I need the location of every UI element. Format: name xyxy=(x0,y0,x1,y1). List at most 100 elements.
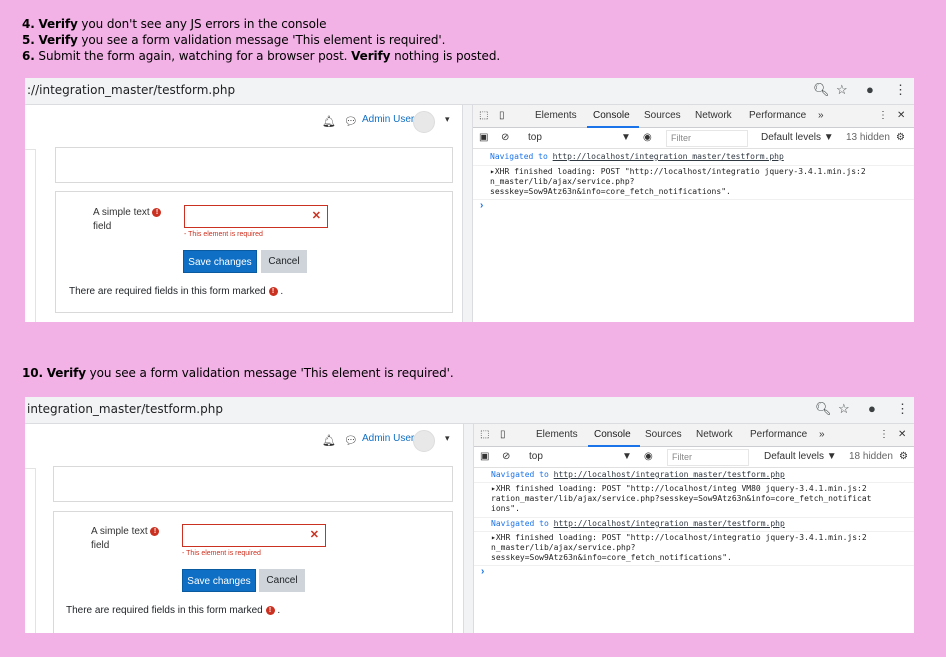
filter-input[interactable]: Filter xyxy=(666,130,748,147)
clear-console-icon[interactable]: ⊘ xyxy=(501,132,509,143)
inspect-icon[interactable]: ⬚ xyxy=(480,429,489,440)
step-4: 4. Verify you don't see any JS errors in… xyxy=(22,17,327,31)
top-navbar: 🔔︎ 💬︎ Admin User ▾ xyxy=(25,424,462,458)
chevron-down-icon[interactable]: ▾ xyxy=(445,114,450,125)
chevron-down-icon[interactable]: ▼ xyxy=(622,451,632,462)
tab-sources[interactable]: Sources xyxy=(645,429,682,440)
log-levels-select[interactable]: Default levels ▼ xyxy=(764,451,837,462)
eye-icon[interactable]: ◉ xyxy=(643,132,652,143)
url-text: integration_master/testform.php xyxy=(27,402,223,416)
log-levels-select[interactable]: Default levels ▼ xyxy=(761,132,834,143)
tab-performance[interactable]: Performance xyxy=(749,110,806,121)
kebab-menu-icon[interactable]: ⋮ xyxy=(879,429,889,440)
console-log-navigated: Navigated to http://localhost/integratio… xyxy=(491,470,785,479)
device-toolbar-icon[interactable]: ▯ xyxy=(499,110,505,121)
log-separator xyxy=(474,565,914,566)
log-separator xyxy=(474,482,914,483)
close-icon: ✕ xyxy=(309,529,319,541)
address-bar[interactable]: integration_master/testform.php 🔍︎ ☆ ● ⋮ xyxy=(25,397,914,424)
left-sidebar-edge xyxy=(25,468,36,633)
tab-network[interactable]: Network xyxy=(696,429,733,440)
kebab-menu-icon[interactable]: ⋮ xyxy=(878,110,888,121)
save-changes-button[interactable]: Save changes xyxy=(183,250,257,273)
field-label: A simple text ! field xyxy=(91,525,160,553)
sidebar-toggle-icon[interactable]: ▣ xyxy=(479,132,488,143)
required-fields-note: There are required fields in this form m… xyxy=(66,605,281,616)
text-field-input[interactable]: ✕ xyxy=(184,205,328,228)
star-icon[interactable]: ☆ xyxy=(838,401,850,417)
top-navbar: 🔔︎ 💬︎ Admin User ▾ xyxy=(25,105,462,139)
clear-console-icon[interactable]: ⊘ xyxy=(502,451,510,462)
context-select[interactable]: top xyxy=(528,132,542,143)
gear-icon[interactable]: ⚙ xyxy=(899,451,908,462)
step-5: 5. Verify you see a form validation mess… xyxy=(22,33,446,47)
cancel-button[interactable]: Cancel xyxy=(259,569,305,592)
console-log-navigated: Navigated to http://localhost/integratio… xyxy=(491,519,785,528)
zoom-icon[interactable]: 🔍︎ xyxy=(815,401,832,417)
chevron-down-icon[interactable]: ▼ xyxy=(621,132,631,143)
context-select[interactable]: top xyxy=(529,451,543,462)
tab-elements[interactable]: Elements xyxy=(536,429,578,440)
chat-icon[interactable]: 💬︎ xyxy=(344,434,358,447)
console-prompt[interactable]: › xyxy=(480,200,483,211)
tab-console[interactable]: Console xyxy=(594,429,631,440)
text-field-input[interactable]: ✕ xyxy=(182,524,326,547)
more-tabs-button[interactable]: » xyxy=(818,110,824,121)
gear-icon[interactable]: ⚙ xyxy=(896,132,905,143)
account-icon[interactable]: ● xyxy=(868,401,876,416)
tab-elements[interactable]: Elements xyxy=(535,110,577,121)
tab-network[interactable]: Network xyxy=(695,110,732,121)
instruction-steps-top: 4. Verify you don't see any JS errors in… xyxy=(22,16,500,64)
avatar[interactable] xyxy=(413,111,435,133)
close-icon[interactable]: ✕ xyxy=(897,110,905,121)
devtools-resizer[interactable] xyxy=(462,105,473,322)
address-bar[interactable]: ://integration_master/testform.php 🔍︎ ☆ … xyxy=(25,78,914,105)
chat-icon[interactable]: 💬︎ xyxy=(344,115,358,128)
field-error-message: - This element is required xyxy=(182,550,261,557)
star-icon[interactable]: ☆ xyxy=(836,82,848,98)
kebab-menu-icon[interactable]: ⋮ xyxy=(894,82,907,98)
bell-icon[interactable]: 🔔︎ xyxy=(322,434,336,447)
devtools-panel: ⬚ ▯ Elements Console Sources Network Per… xyxy=(473,105,914,322)
hidden-count: 13 hidden xyxy=(846,132,890,143)
cancel-button[interactable]: Cancel xyxy=(261,250,307,273)
empty-panel xyxy=(55,147,453,183)
web-page: 🔔︎ 💬︎ Admin User ▾ A simple text ! field… xyxy=(25,424,462,633)
filter-input[interactable]: Filter xyxy=(667,449,749,466)
web-page: 🔔︎ 💬︎ Admin User ▾ A simple text ! field… xyxy=(25,105,462,322)
device-toolbar-icon[interactable]: ▯ xyxy=(500,429,506,440)
kebab-menu-icon[interactable]: ⋮ xyxy=(896,401,909,417)
log-separator xyxy=(473,165,914,166)
tab-sources[interactable]: Sources xyxy=(644,110,681,121)
zoom-icon[interactable]: 🔍︎ xyxy=(813,82,830,98)
hidden-count: 18 hidden xyxy=(849,451,893,462)
log-link[interactable]: http://localhost/integration_master/test… xyxy=(554,470,785,479)
url-text: ://integration_master/testform.php xyxy=(27,83,236,97)
error-icon: ! xyxy=(265,605,275,615)
error-icon: ! xyxy=(268,286,278,296)
browser-screenshot-1: ://integration_master/testform.php 🔍︎ ☆ … xyxy=(25,78,914,322)
user-menu-name[interactable]: Admin User xyxy=(362,433,414,444)
log-link[interactable]: http://localhost/integration_master/test… xyxy=(554,519,785,528)
empty-panel xyxy=(53,466,453,502)
avatar[interactable] xyxy=(413,430,435,452)
account-icon[interactable]: ● xyxy=(866,82,874,97)
more-tabs-button[interactable]: » xyxy=(819,429,825,440)
console-log-xhr: ▸XHR finished loading: POST "http://loca… xyxy=(491,484,872,513)
close-icon[interactable]: ✕ xyxy=(898,429,906,440)
field-error-message: - This element is required xyxy=(184,231,263,238)
user-menu-name[interactable]: Admin User xyxy=(362,114,414,125)
log-link[interactable]: http://localhost/integration_master/test… xyxy=(553,152,784,161)
devtools-resizer[interactable] xyxy=(463,424,474,633)
save-changes-button[interactable]: Save changes xyxy=(182,569,256,592)
bell-icon[interactable]: 🔔︎ xyxy=(322,115,336,128)
devtools-tabbar: ⬚ ▯ Elements Console Sources Network Per… xyxy=(473,105,914,128)
eye-icon[interactable]: ◉ xyxy=(644,451,653,462)
inspect-icon[interactable]: ⬚ xyxy=(479,110,488,121)
console-log-xhr: ▸XHR finished loading: POST "http://loca… xyxy=(491,533,867,562)
chevron-down-icon[interactable]: ▾ xyxy=(445,433,450,444)
sidebar-toggle-icon[interactable]: ▣ xyxy=(480,451,489,462)
console-prompt[interactable]: › xyxy=(481,566,484,577)
tab-performance[interactable]: Performance xyxy=(750,429,807,440)
tab-console[interactable]: Console xyxy=(593,110,630,121)
